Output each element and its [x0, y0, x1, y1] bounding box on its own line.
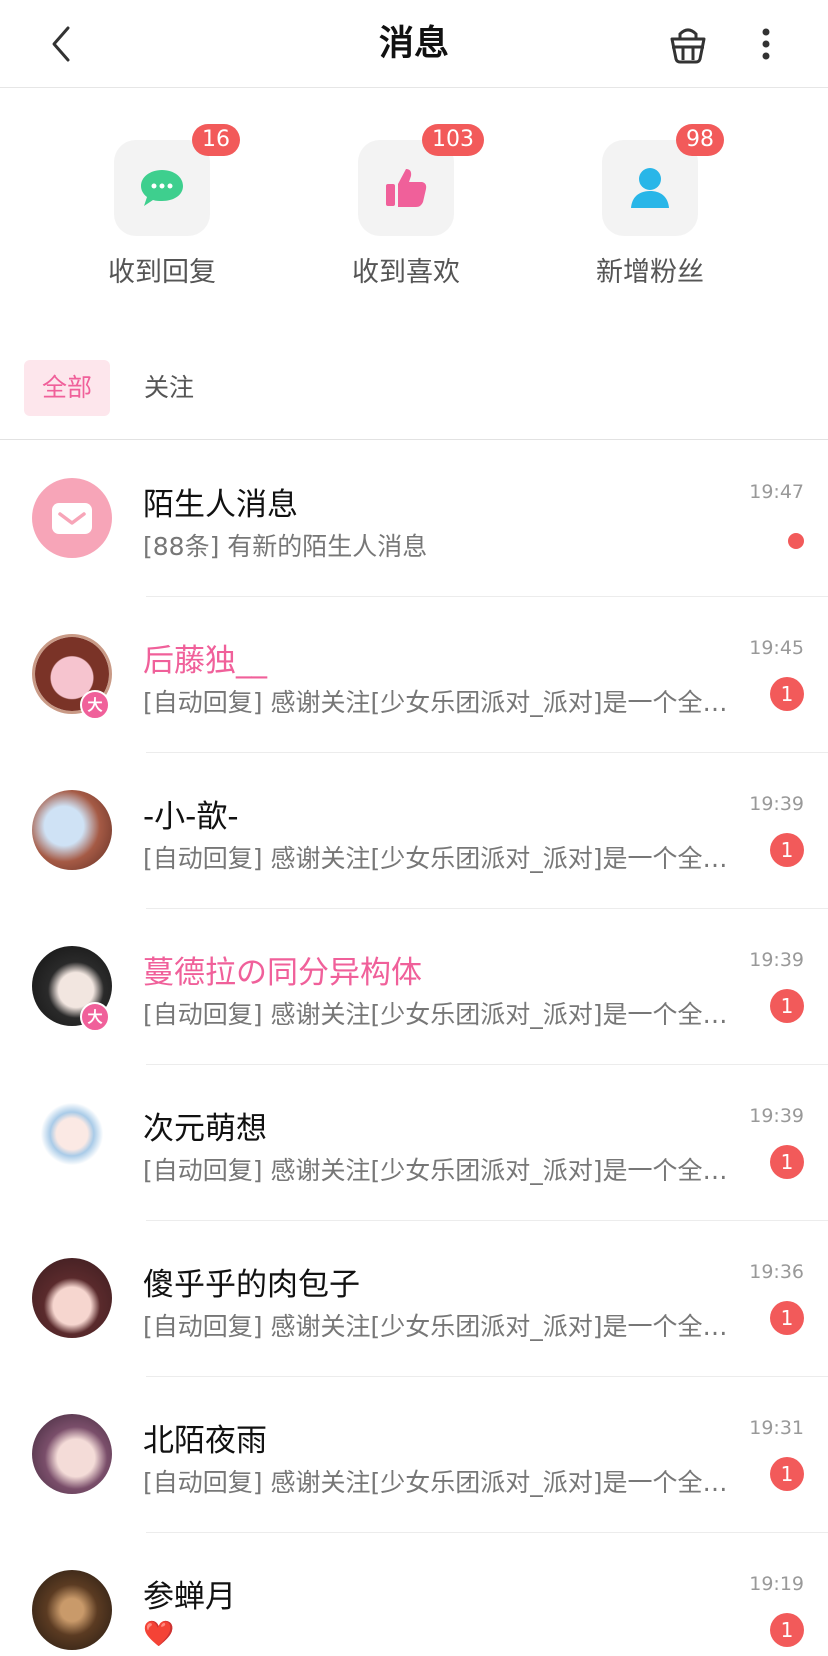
conversation-time: 19:45 — [749, 637, 804, 659]
user-icon — [631, 168, 669, 208]
unread-count: 1 — [770, 989, 804, 1023]
conversation-row[interactable]: 北陌夜雨 [自动回复] 感谢关注[少女乐团派对_派对]是一个全新的少女乐团手游 … — [0, 1377, 828, 1533]
conversation-time: 19:39 — [749, 1105, 804, 1127]
conversation-row[interactable]: 傻乎乎的肉包子 [自动回复] 感谢关注[少女乐团派对_派对]是一个全新的少女乐团… — [0, 1221, 828, 1377]
conversation-preview: [自动回复] 感谢关注[少女乐团派对_派对]是一个全新的少女乐团手游 — [143, 844, 733, 873]
conversation-preview: [自动回复] 感谢关注[少女乐团派对_派对]是一个全新的少女乐团手游 — [143, 1156, 733, 1185]
unread-count: 1 — [770, 833, 804, 867]
conversation-name: -小-歆- — [143, 799, 239, 835]
conversation-name: 蔓德拉の同分异构体 — [143, 955, 422, 991]
conversation-time: 19:39 — [749, 793, 804, 815]
thumbs-up-icon — [386, 169, 427, 207]
mail-icon — [52, 503, 92, 534]
unread-count: 1 — [770, 677, 804, 711]
tab-following[interactable]: 关注 — [144, 360, 204, 416]
top-bar: 消息 — [0, 0, 828, 88]
likes-label: 收到喜欢 — [352, 257, 460, 288]
conversation-preview: [自动回复] 感谢关注[少女乐团派对_派对]是一个全新的少女乐团手游 — [143, 1312, 733, 1341]
clear-unread-button[interactable] — [666, 22, 710, 66]
conversation-row[interactable]: 参蝉月 ❤️ 19:19 1 — [0, 1533, 828, 1656]
avatar — [32, 1414, 112, 1494]
conversation-row[interactable]: 大 后藤独__ [自动回复] 感谢关注[少女乐团派对_派对]是一个全新的少女乐团… — [0, 597, 828, 753]
unread-count: 1 — [770, 1457, 804, 1491]
likes-shortcut[interactable]: 103 收到喜欢 — [318, 124, 498, 296]
more-vertical-icon — [762, 28, 770, 60]
conversation-name: 北陌夜雨 — [143, 1423, 267, 1459]
stranger-mail-avatar — [32, 478, 112, 558]
conversation-time: 19:47 — [749, 481, 804, 503]
unread-dot — [788, 533, 804, 549]
unread-count: 1 — [770, 1613, 804, 1647]
heart-emoji: ❤️ — [143, 1619, 175, 1648]
conversation-time: 19:19 — [749, 1573, 804, 1595]
vip-badge: 大 — [80, 690, 110, 720]
conversation-row[interactable]: 大 蔓德拉の同分异构体 [自动回复] 感谢关注[少女乐团派对_派对]是一个全新的… — [0, 909, 828, 1065]
replies-badge: 16 — [192, 124, 240, 156]
followers-tile — [602, 140, 698, 236]
followers-badge: 98 — [676, 124, 724, 156]
conversation-row[interactable]: -小-歆- [自动回复] 感谢关注[少女乐团派对_派对]是一个全新的少女乐团手游… — [0, 753, 828, 909]
notification-shortcuts: 16 收到回复 103 收到喜欢 98 新增粉丝 — [0, 124, 828, 296]
conversation-time: 19:39 — [749, 949, 804, 971]
conversation-name: 傻乎乎的肉包子 — [143, 1267, 360, 1303]
conversation-name: 次元萌想 — [143, 1111, 267, 1147]
conversation-row[interactable]: 次元萌想 [自动回复] 感谢关注[少女乐团派对_派对]是一个全新的少女乐团手游 … — [0, 1065, 828, 1221]
basket-icon — [670, 28, 706, 64]
filter-tabs: 全部 关注 — [0, 360, 828, 440]
conversation-preview: [自动回复] 感谢关注[少女乐团派对_派对]是一个全新的少女乐团手游 — [143, 1000, 733, 1029]
avatar — [32, 1258, 112, 1338]
conversation-preview: [88条] 有新的陌生人消息 — [143, 532, 428, 561]
avatar — [32, 1102, 112, 1182]
conversation-time: 19:36 — [749, 1261, 804, 1283]
conversation-preview: [自动回复] 感谢关注[少女乐团派对_派对]是一个全新的少女乐团手游 — [143, 1468, 733, 1497]
followers-label: 新增粉丝 — [596, 257, 704, 288]
likes-badge: 103 — [422, 124, 484, 156]
conversation-preview: [自动回复] 感谢关注[少女乐团派对_派对]是一个全新的少女乐团手游 — [143, 688, 733, 717]
conversation-name: 陌生人消息 — [143, 487, 298, 523]
chat-bubble-icon — [141, 170, 183, 206]
more-options-button[interactable] — [748, 22, 784, 66]
conversation-time: 19:31 — [749, 1417, 804, 1439]
unread-count: 1 — [770, 1301, 804, 1335]
conversation-row[interactable]: 陌生人消息 [88条] 有新的陌生人消息 19:47 — [0, 441, 828, 597]
replies-shortcut[interactable]: 16 收到回复 — [74, 124, 254, 296]
conversation-name: 参蝉月 — [143, 1579, 236, 1615]
replies-tile — [114, 140, 210, 236]
followers-shortcut[interactable]: 98 新增粉丝 — [562, 124, 742, 296]
vip-badge: 大 — [80, 1002, 110, 1032]
tab-all[interactable]: 全部 — [24, 360, 110, 416]
avatar — [32, 1570, 112, 1650]
avatar — [32, 790, 112, 870]
unread-count: 1 — [770, 1145, 804, 1179]
replies-label: 收到回复 — [108, 257, 216, 288]
conversation-name: 后藤独__ — [143, 643, 267, 679]
